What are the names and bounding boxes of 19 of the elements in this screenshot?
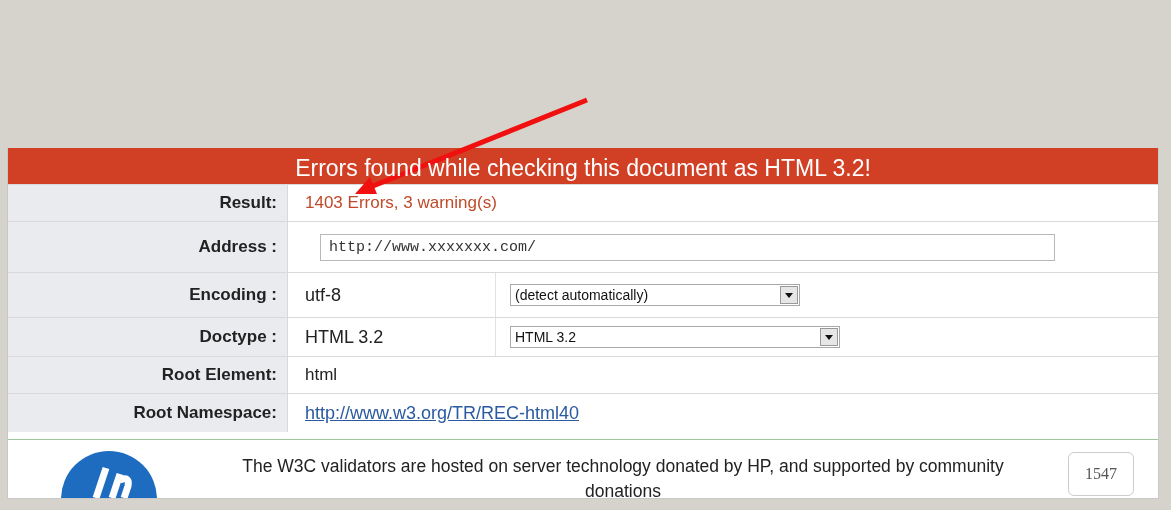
field-label: Encoding : [189, 285, 277, 305]
error-banner: Errors found while checking this document as HTML 3.2! [8, 148, 1158, 184]
field-label: Result: [219, 193, 277, 213]
caret-icon [780, 286, 798, 304]
field-label: Root Element: [161, 365, 277, 385]
detected-value: utf-8 [305, 284, 342, 306]
sponsor-text: The W3C validators are hosted on server technology donated by HP, and supported by community donations [241, 455, 1005, 498]
dropdown[interactable]: HTML 3.2 [510, 326, 840, 348]
detected-value: HTML 3.2 [305, 326, 384, 348]
field-label: Address : [198, 237, 277, 257]
address-field[interactable]: http://www.xxxxxxx.com/ [320, 233, 1055, 261]
value-text: html [305, 365, 338, 385]
namespace-link[interactable]: http://www.w3.org/TR/REC-html40 [305, 402, 580, 424]
dropdown[interactable]: (detect automatically) [510, 284, 800, 306]
result-text: 1403 Errors, 3 warning(s) [305, 193, 497, 213]
field-label: Root Namespace: [133, 403, 277, 423]
donation-badge[interactable]: 1547 [1068, 452, 1134, 496]
caret-icon [820, 328, 838, 346]
field-label: Doctype : [199, 327, 277, 347]
